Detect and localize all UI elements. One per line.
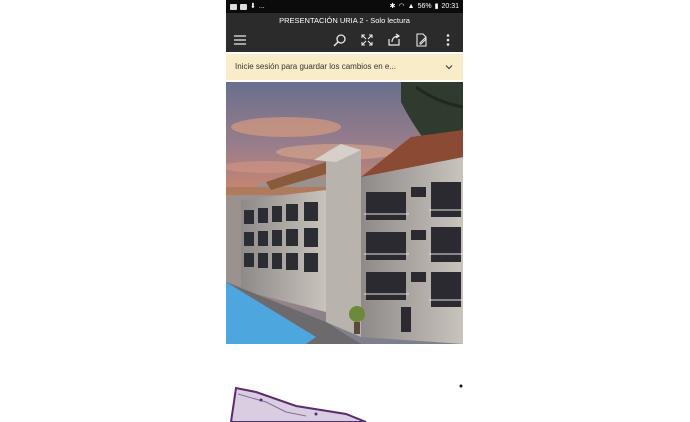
site-plan (226, 344, 463, 422)
toolbar (226, 28, 463, 52)
building-rendering (226, 82, 463, 344)
document-title: PRESENTACIÓN URIA 2 - Solo lectura (226, 13, 463, 28)
battery-percent: 56% (417, 3, 432, 10)
bluetooth-icon: ✱ (389, 3, 396, 10)
notification-icon (240, 3, 247, 10)
status-bar: ⬇ ... ✱ ◠ ▲ 56% ▮ 20:31 (226, 0, 463, 13)
sign-in-notice[interactable]: Inicie sesión para guardar los cambios e… (226, 54, 463, 80)
phone-screen: ⬇ ... ✱ ◠ ▲ 56% ▮ 20:31 PRESENTACIÓN URI… (226, 0, 463, 422)
wifi-icon: ◠ (398, 3, 405, 10)
fullscreen-icon[interactable] (359, 32, 375, 48)
share-icon[interactable] (386, 32, 402, 48)
notice-text: Inicie sesión para guardar los cambios e… (235, 62, 396, 71)
battery-icon: ▮ (434, 3, 439, 10)
edit-icon[interactable] (413, 32, 429, 48)
image-icon (230, 3, 237, 10)
clock: 20:31 (441, 3, 459, 10)
search-icon[interactable] (332, 32, 348, 48)
download-icon: ⬇ (250, 3, 256, 10)
more-icon[interactable] (440, 32, 456, 48)
status-ellipsis: ... (258, 3, 265, 10)
chevron-down-icon[interactable] (444, 62, 454, 72)
menu-icon[interactable] (232, 32, 248, 48)
signal-icon: ▲ (407, 3, 415, 10)
